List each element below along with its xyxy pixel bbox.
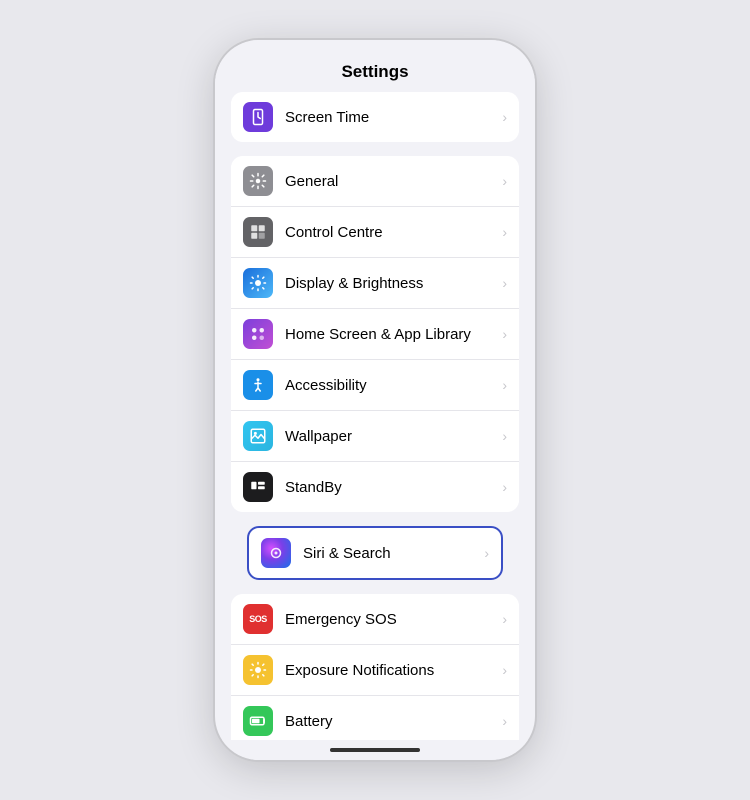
phone-frame: Settings Screen Time › <box>215 40 535 760</box>
section-emergency-group: SOS Emergency SOS › Exposure Notificatio… <box>231 594 519 740</box>
general-label: General <box>285 173 502 190</box>
row-accessibility[interactable]: Accessibility › <box>231 360 519 411</box>
display-brightness-chevron: › <box>502 275 507 291</box>
row-exposure-notifications[interactable]: Exposure Notifications › <box>231 645 519 696</box>
standby-label: StandBy <box>285 479 502 496</box>
row-emergency-sos[interactable]: SOS Emergency SOS › <box>231 594 519 645</box>
screen-time-icon <box>243 102 273 132</box>
display-brightness-label: Display & Brightness <box>285 275 502 292</box>
siri-search-chevron: › <box>484 545 489 561</box>
emergency-sos-chevron: › <box>502 611 507 627</box>
row-wallpaper[interactable]: Wallpaper › <box>231 411 519 462</box>
home-screen-chevron: › <box>502 326 507 342</box>
exposure-icon <box>243 655 273 685</box>
general-icon <box>243 166 273 196</box>
section-screen-time: Screen Time › <box>231 92 519 142</box>
row-battery[interactable]: Battery › <box>231 696 519 740</box>
battery-chevron: › <box>502 713 507 729</box>
emergency-sos-text: SOS <box>249 614 267 624</box>
row-general[interactable]: General › <box>231 156 519 207</box>
exposure-notifications-label: Exposure Notifications <box>285 662 502 679</box>
wallpaper-chevron: › <box>502 428 507 444</box>
home-bar-indicator <box>330 748 420 752</box>
row-control-centre[interactable]: Control Centre › <box>231 207 519 258</box>
emergency-sos-label: Emergency SOS <box>285 611 502 628</box>
standby-icon <box>243 472 273 502</box>
home-screen-icon <box>243 319 273 349</box>
screen-time-label: Screen Time <box>285 109 502 126</box>
siri-icon <box>261 538 291 568</box>
status-bar <box>215 40 535 54</box>
page-title: Settings <box>215 54 535 92</box>
row-standby[interactable]: StandBy › <box>231 462 519 512</box>
screen-time-chevron: › <box>502 109 507 125</box>
standby-chevron: › <box>502 479 507 495</box>
accessibility-icon <box>243 370 273 400</box>
accessibility-label: Accessibility <box>285 377 502 394</box>
battery-label: Battery <box>285 713 502 730</box>
row-siri-search[interactable]: Siri & Search › <box>247 526 503 580</box>
exposure-notifications-chevron: › <box>502 662 507 678</box>
siri-search-label: Siri & Search <box>303 545 484 562</box>
home-bar <box>215 740 535 760</box>
scroll-content: Screen Time › General › <box>215 92 535 740</box>
control-centre-icon <box>243 217 273 247</box>
row-home-screen[interactable]: Home Screen & App Library › <box>231 309 519 360</box>
home-screen-label: Home Screen & App Library <box>285 326 502 343</box>
section-general-group: General › Control Centre › <box>231 156 519 512</box>
display-brightness-icon <box>243 268 273 298</box>
accessibility-chevron: › <box>502 377 507 393</box>
battery-icon <box>243 706 273 736</box>
wallpaper-label: Wallpaper <box>285 428 502 445</box>
row-screen-time[interactable]: Screen Time › <box>231 92 519 142</box>
control-centre-label: Control Centre <box>285 224 502 241</box>
general-chevron: › <box>502 173 507 189</box>
control-centre-chevron: › <box>502 224 507 240</box>
row-display-brightness[interactable]: Display & Brightness › <box>231 258 519 309</box>
emergency-sos-icon: SOS <box>243 604 273 634</box>
wallpaper-icon <box>243 421 273 451</box>
